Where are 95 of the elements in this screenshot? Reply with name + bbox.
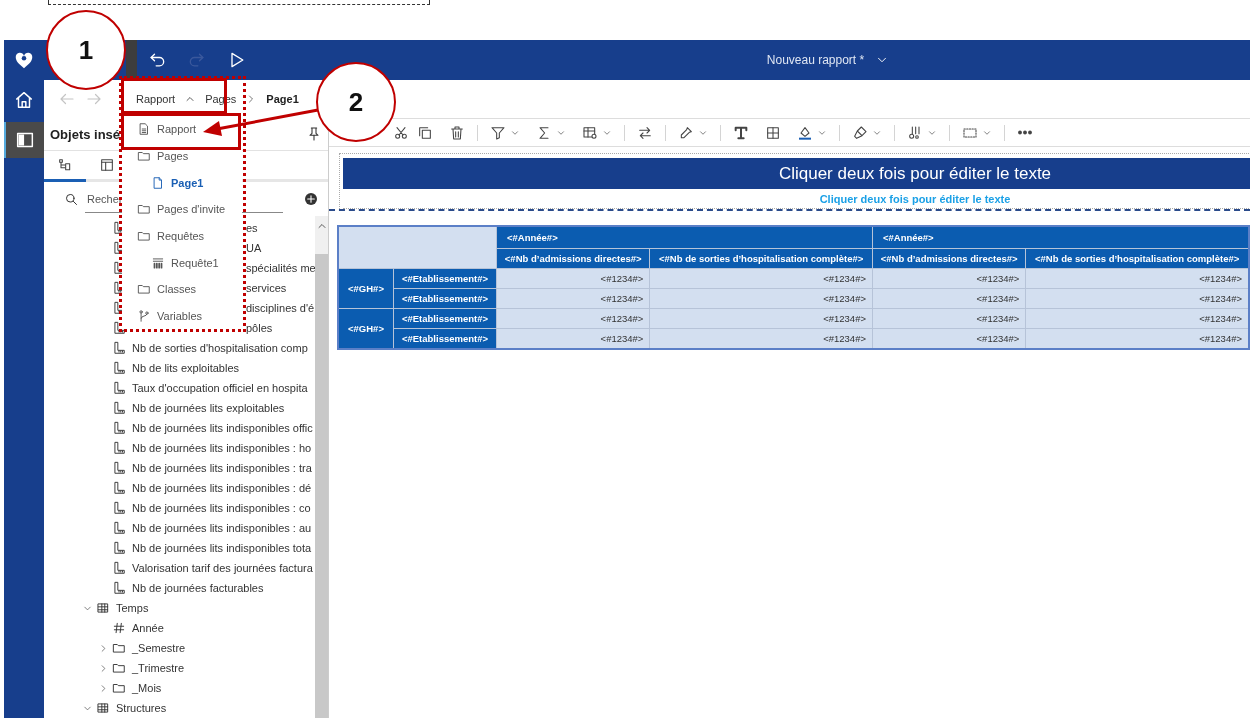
dropdown-menu-item[interactable]: Classes <box>122 276 242 303</box>
dropdown-menu-item[interactable]: Requête1 <box>122 249 242 277</box>
measure-icon <box>112 441 126 455</box>
filter-icon <box>490 124 506 141</box>
tree-icon <box>57 157 73 173</box>
search-icon <box>64 191 79 207</box>
page-icon <box>151 175 165 190</box>
tree-item[interactable]: Année <box>132 622 164 634</box>
folder-icon <box>137 149 151 164</box>
step-number-callout: 1 <box>46 10 126 90</box>
more-icon <box>1017 130 1033 135</box>
text-icon <box>733 124 749 141</box>
row-group-header: <#GH#> <box>338 268 394 309</box>
fill-color-icon <box>797 124 813 141</box>
tree-item[interactable]: Nb de journées lits indisponibles : dé <box>132 482 312 494</box>
tree-item[interactable]: Nb de journées lits indisponibles offic <box>132 422 313 434</box>
table-format-icon <box>582 124 598 141</box>
measure-icon <box>112 521 126 535</box>
measure-icon <box>112 461 126 475</box>
measure-icon <box>112 501 126 515</box>
folder-icon <box>137 282 151 297</box>
table-icon <box>96 601 110 615</box>
measure-icon <box>112 381 126 395</box>
panel-title: Objets insé <box>50 126 121 142</box>
measure-icon <box>112 581 126 595</box>
query-icon <box>151 255 165 270</box>
measure-icon <box>112 481 126 495</box>
eyedropper-icon <box>678 124 694 141</box>
column-group-header: <#Année#> <box>496 226 873 249</box>
pin-icon <box>306 126 322 142</box>
brush-icon <box>852 124 868 141</box>
tree-item[interactable]: Structures <box>116 702 167 714</box>
layout-icon <box>99 157 115 173</box>
measure-icon <box>112 321 126 335</box>
measure-icon <box>112 561 126 575</box>
folder-icon <box>137 229 151 244</box>
tree-item[interactable]: Taux d'occupation officiel en hospita <box>132 382 308 394</box>
scrollbar[interactable] <box>315 216 328 718</box>
folder-icon <box>112 641 126 655</box>
dropdown-menu-item[interactable]: Pages <box>122 142 242 170</box>
breadcrumb-link[interactable]: Rapport <box>136 93 197 105</box>
add-button[interactable] <box>303 191 319 207</box>
breadcrumb-current: Page1 <box>266 93 299 105</box>
tree-item[interactable]: services <box>246 282 287 294</box>
tree-item[interactable]: Nb de journées lits indisponibles : tra <box>132 462 312 474</box>
dropdown-menu-item[interactable]: Page1 <box>122 169 242 197</box>
tree-item[interactable]: Nb de journées lits indisponibles : co <box>132 502 311 514</box>
home-icon <box>13 89 35 111</box>
tree-item[interactable]: _Semestre <box>132 642 186 654</box>
dropdown-menu-item[interactable]: Variables <box>122 302 242 330</box>
tree-item[interactable]: Temps <box>116 602 149 614</box>
branch-icon <box>137 309 151 324</box>
pin-button[interactable] <box>306 126 322 142</box>
dropdown-menu-item[interactable]: Requêtes <box>122 222 242 250</box>
tree-item[interactable]: Nb de journées lits indisponibles tota <box>132 542 312 554</box>
copy-icon <box>417 124 433 141</box>
tree-item[interactable]: es <box>246 222 258 234</box>
tree-item[interactable]: Nb de journées lits exploitables <box>132 402 285 414</box>
style-icon <box>907 124 923 141</box>
folder-icon <box>137 202 151 217</box>
tree-item[interactable]: UA <box>246 242 262 254</box>
tree-item[interactable]: Nb de journées lits indisponibles : ho <box>132 442 312 454</box>
tree-item[interactable]: spécialités me <box>246 262 315 274</box>
document-icon <box>137 122 151 137</box>
folder-icon <box>112 661 126 675</box>
swap-icon <box>637 124 653 141</box>
measure-icon <box>112 421 126 435</box>
tree-item[interactable]: _Mois <box>132 682 162 694</box>
delete-icon <box>449 124 465 141</box>
tree-item[interactable]: disciplines d'é <box>246 302 315 314</box>
report-title: Nouveau rapport * <box>766 53 865 67</box>
column-group-header: <#Année#> <box>872 226 1249 249</box>
cut-icon <box>393 124 409 141</box>
dropdown-menu-item[interactable]: Pages d'invite <box>122 196 242 223</box>
folder-icon <box>112 681 126 695</box>
tree-item[interactable]: _Trimestre <box>132 662 185 674</box>
step-number-callout: 2 <box>316 62 396 142</box>
tree-item[interactable]: Nb de sorties d'hospitalisation comp <box>132 342 308 354</box>
tree-item[interactable]: Valorisation tarif des journées factura <box>132 562 313 574</box>
tree-item[interactable]: Nb de lits exploitables <box>132 362 239 374</box>
row-group-header: <#GH#> <box>338 308 394 349</box>
panel-button[interactable] <box>4 122 44 158</box>
tree-item[interactable]: Nb de journées lits indisponibles : au <box>132 522 312 534</box>
tree-item[interactable]: pôles <box>246 322 273 334</box>
measure-icon <box>112 341 126 355</box>
add-icon <box>303 191 319 207</box>
tree-item[interactable]: Nb de journées facturables <box>132 582 264 594</box>
hash-icon <box>112 621 126 635</box>
sum-icon <box>536 124 552 141</box>
dropdown-menu-item[interactable]: Rapport <box>122 116 242 143</box>
measure-icon <box>112 361 126 375</box>
table-icon <box>96 701 110 715</box>
measure-icon <box>112 541 126 555</box>
grid-icon <box>765 124 781 141</box>
measure-icon <box>112 401 126 415</box>
